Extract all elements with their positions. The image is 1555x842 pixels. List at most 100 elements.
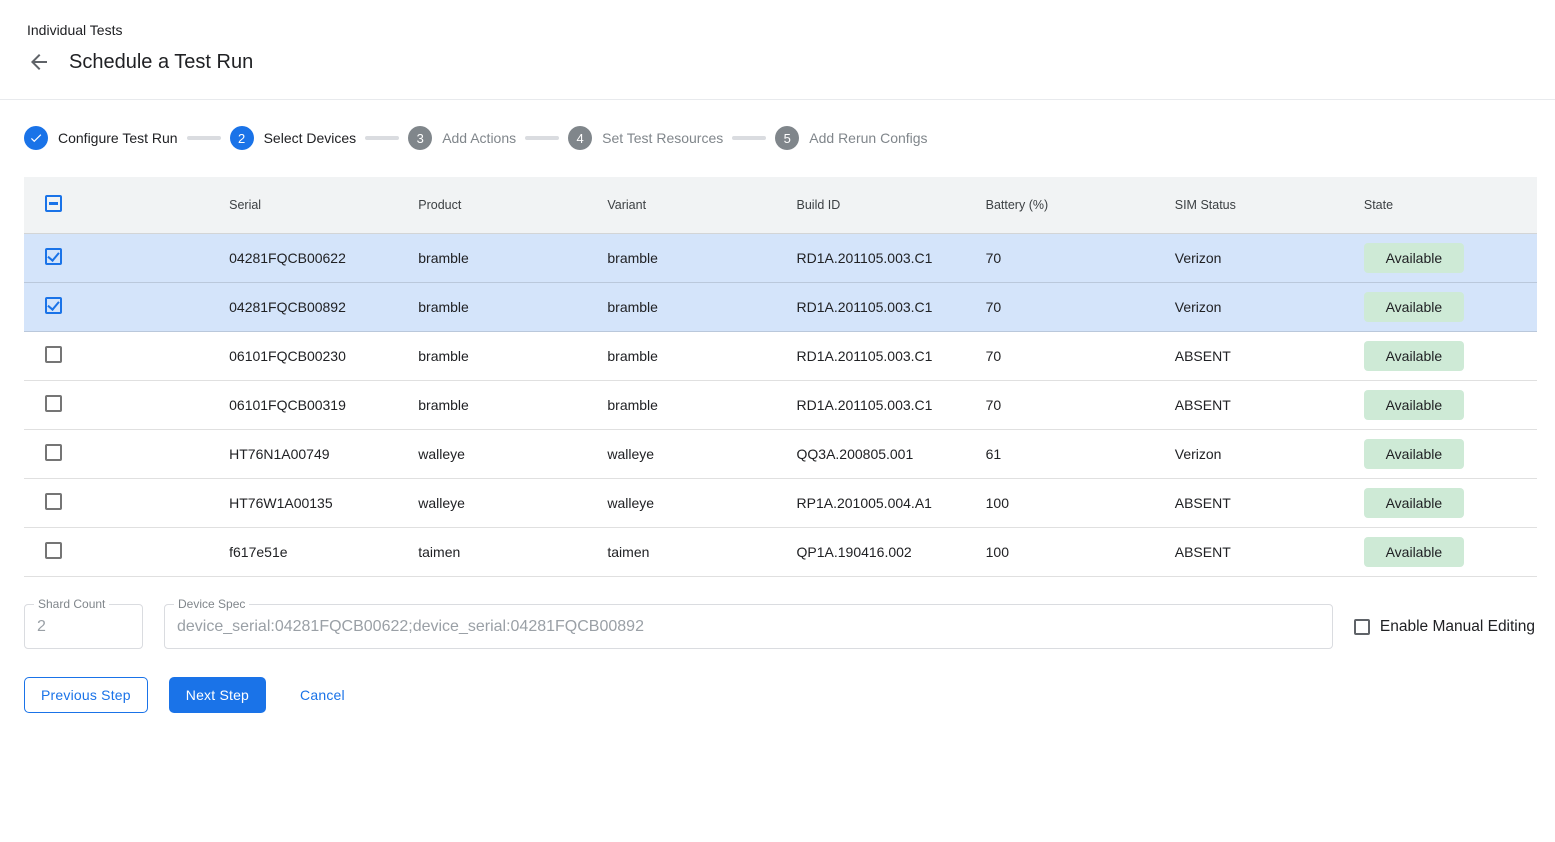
step-label: Set Test Resources bbox=[602, 130, 723, 146]
cell-product: taimen bbox=[402, 544, 591, 560]
cell-build-id: RD1A.201105.003.C1 bbox=[781, 250, 970, 266]
enable-manual-editing[interactable]: Enable Manual Editing bbox=[1354, 618, 1537, 636]
column-header-sim-status: SIM Status bbox=[1159, 198, 1348, 212]
state-badge: Available bbox=[1364, 243, 1464, 273]
cell-variant: bramble bbox=[591, 250, 780, 266]
cell-variant: bramble bbox=[591, 397, 780, 413]
table-row[interactable]: 06101FQCB00230 bramble bramble RD1A.2011… bbox=[24, 332, 1537, 381]
column-header-product: Product bbox=[402, 198, 591, 212]
step-check-icon bbox=[24, 126, 48, 150]
cell-serial: 04281FQCB00622 bbox=[213, 250, 402, 266]
shard-count-input[interactable] bbox=[25, 618, 142, 636]
step-add-actions[interactable]: 3 Add Actions bbox=[408, 126, 516, 150]
cell-serial: 06101FQCB00319 bbox=[213, 397, 402, 413]
step-number: 2 bbox=[230, 126, 254, 150]
device-spec-field: Device Spec bbox=[164, 604, 1333, 649]
select-all-checkbox[interactable] bbox=[45, 195, 62, 212]
table-row[interactable]: f617e51e taimen taimen QP1A.190416.002 1… bbox=[24, 528, 1537, 577]
state-badge: Available bbox=[1364, 537, 1464, 567]
step-connector bbox=[732, 136, 766, 140]
step-label: Configure Test Run bbox=[58, 130, 178, 146]
column-header-variant: Variant bbox=[591, 198, 780, 212]
cell-product: walleye bbox=[402, 446, 591, 462]
cell-battery: 70 bbox=[970, 299, 1159, 315]
step-connector bbox=[525, 136, 559, 140]
row-checkbox[interactable] bbox=[45, 248, 62, 265]
step-number: 3 bbox=[408, 126, 432, 150]
table-row[interactable]: 06101FQCB00319 bramble bramble RD1A.2011… bbox=[24, 381, 1537, 430]
cancel-button[interactable]: Cancel bbox=[284, 677, 361, 713]
manual-editing-checkbox[interactable] bbox=[1354, 619, 1370, 635]
column-header-serial: Serial bbox=[213, 198, 402, 212]
row-checkbox[interactable] bbox=[45, 346, 62, 363]
device-spec-label: Device Spec bbox=[174, 597, 249, 611]
cell-build-id: QP1A.190416.002 bbox=[781, 544, 970, 560]
cell-battery: 70 bbox=[970, 397, 1159, 413]
table-body: 04281FQCB00622 bramble bramble RD1A.2011… bbox=[24, 234, 1537, 577]
cell-variant: taimen bbox=[591, 544, 780, 560]
cell-sim-status: ABSENT bbox=[1159, 397, 1348, 413]
step-set-test-resources[interactable]: 4 Set Test Resources bbox=[568, 126, 723, 150]
cell-variant: bramble bbox=[591, 299, 780, 315]
cell-variant: bramble bbox=[591, 348, 780, 364]
cell-build-id: QQ3A.200805.001 bbox=[781, 446, 970, 462]
step-add-rerun-configs[interactable]: 5 Add Rerun Configs bbox=[775, 126, 927, 150]
table-row[interactable]: 04281FQCB00622 bramble bramble RD1A.2011… bbox=[24, 234, 1537, 283]
cell-serial: f617e51e bbox=[213, 544, 402, 560]
table-row[interactable]: HT76N1A00749 walleye walleye QQ3A.200805… bbox=[24, 430, 1537, 479]
cell-sim-status: Verizon bbox=[1159, 446, 1348, 462]
row-checkbox[interactable] bbox=[45, 542, 62, 559]
cell-variant: walleye bbox=[591, 495, 780, 511]
back-arrow-icon[interactable] bbox=[27, 50, 51, 74]
shard-count-label: Shard Count bbox=[34, 597, 109, 611]
step-connector bbox=[187, 136, 221, 140]
device-spec-input[interactable] bbox=[165, 618, 1332, 636]
previous-step-button[interactable]: Previous Step bbox=[24, 677, 148, 713]
step-label: Add Rerun Configs bbox=[809, 130, 927, 146]
cell-serial: 04281FQCB00892 bbox=[213, 299, 402, 315]
state-badge: Available bbox=[1364, 341, 1464, 371]
cell-build-id: RD1A.201105.003.C1 bbox=[781, 348, 970, 364]
shard-count-field: Shard Count bbox=[24, 604, 143, 649]
step-number: 4 bbox=[568, 126, 592, 150]
step-number: 5 bbox=[775, 126, 799, 150]
table-row[interactable]: 04281FQCB00892 bramble bramble RD1A.2011… bbox=[24, 283, 1537, 332]
page-title: Schedule a Test Run bbox=[69, 51, 253, 74]
column-header-build-id: Build ID bbox=[781, 198, 970, 212]
cell-sim-status: ABSENT bbox=[1159, 348, 1348, 364]
row-checkbox[interactable] bbox=[45, 444, 62, 461]
device-table: Serial Product Variant Build ID Battery … bbox=[24, 177, 1537, 577]
table-row[interactable]: HT76W1A00135 walleye walleye RP1A.201005… bbox=[24, 479, 1537, 528]
cell-variant: walleye bbox=[591, 446, 780, 462]
step-label: Add Actions bbox=[442, 130, 516, 146]
cell-battery: 70 bbox=[970, 250, 1159, 266]
action-bar: Previous Step Next Step Cancel bbox=[24, 677, 1531, 713]
cell-serial: HT76W1A00135 bbox=[213, 495, 402, 511]
manual-editing-label: Enable Manual Editing bbox=[1380, 618, 1535, 636]
cell-sim-status: Verizon bbox=[1159, 299, 1348, 315]
cell-build-id: RD1A.201105.003.C1 bbox=[781, 397, 970, 413]
stepper: Configure Test Run 2 Select Devices 3 Ad… bbox=[24, 126, 1531, 150]
next-step-button[interactable]: Next Step bbox=[169, 677, 266, 713]
table-header-row: Serial Product Variant Build ID Battery … bbox=[24, 177, 1537, 234]
column-header-battery: Battery (%) bbox=[970, 198, 1159, 212]
state-badge: Available bbox=[1364, 439, 1464, 469]
cell-product: bramble bbox=[402, 348, 591, 364]
row-checkbox[interactable] bbox=[45, 493, 62, 510]
column-header-state: State bbox=[1348, 198, 1537, 212]
cell-product: bramble bbox=[402, 397, 591, 413]
cell-sim-status: ABSENT bbox=[1159, 495, 1348, 511]
cell-battery: 61 bbox=[970, 446, 1159, 462]
state-badge: Available bbox=[1364, 390, 1464, 420]
cell-battery: 70 bbox=[970, 348, 1159, 364]
breadcrumb: Individual Tests bbox=[27, 22, 1531, 38]
step-configure-test-run[interactable]: Configure Test Run bbox=[24, 126, 178, 150]
cell-product: bramble bbox=[402, 250, 591, 266]
step-select-devices[interactable]: 2 Select Devices bbox=[230, 126, 357, 150]
cell-product: bramble bbox=[402, 299, 591, 315]
device-spec-form: Shard Count Device Spec Enable Manual Ed… bbox=[24, 604, 1537, 649]
row-checkbox[interactable] bbox=[45, 297, 62, 314]
cell-serial: HT76N1A00749 bbox=[213, 446, 402, 462]
step-label: Select Devices bbox=[264, 130, 357, 146]
row-checkbox[interactable] bbox=[45, 395, 62, 412]
